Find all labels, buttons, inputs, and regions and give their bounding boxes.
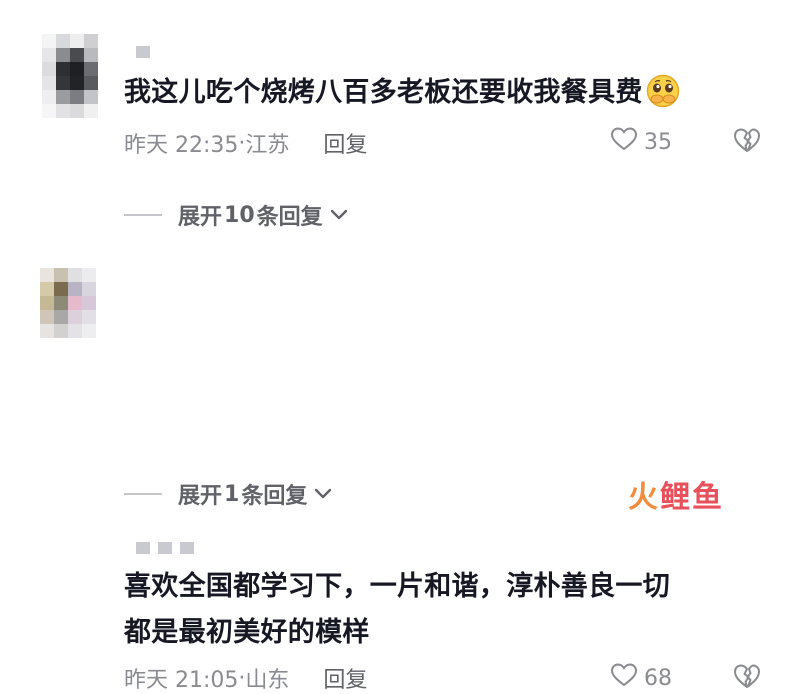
comment-time: 昨天 21:05 <box>124 668 239 693</box>
comment-text-line: 我这儿吃个烧烤八百多老板还要收我餐具费 <box>124 77 643 108</box>
avatar[interactable] <box>40 268 108 354</box>
comment-text: 我这儿吃个烧烤八百多老板还要收我餐具费 <box>124 70 764 116</box>
reply-button[interactable]: 回复 <box>323 127 367 159</box>
watermark-char: 火 <box>628 480 660 515</box>
chevron-down-icon <box>313 487 333 501</box>
comment-item: 我这儿吃个烧烤八百多老板还要收我餐具费 昨天 22:35 · 江苏 回复 35 … <box>0 0 798 260</box>
expand-replies-button[interactable]: 展开 1 条回复 <box>124 478 333 510</box>
comment-location: 江苏 <box>245 133 290 158</box>
broken-heart-icon <box>732 128 762 158</box>
like-count: 68 <box>644 665 672 691</box>
pleading-face-emoji-icon <box>645 74 681 108</box>
comment-text-line: 喜欢全国都学习下，一片和谐，淳朴善良一切 <box>124 571 670 602</box>
redacted-block <box>158 542 172 554</box>
watermark-char: 鲤 <box>660 480 692 515</box>
expand-replies-label: 展开 10 条回复 <box>178 202 323 231</box>
redacted-block <box>136 542 150 554</box>
broken-heart-icon <box>732 664 762 694</box>
meta-separator: · <box>238 665 246 691</box>
expand-replies-button[interactable]: 展开 10 条回复 <box>124 199 349 231</box>
watermark-char: 鱼 <box>692 480 724 515</box>
watermark-logo: 火鲤鱼 <box>628 472 788 516</box>
comment-meta: 昨天 22:35 · 江苏 回复 <box>124 127 367 159</box>
dislike-button[interactable] <box>732 126 762 158</box>
divider-line <box>124 214 162 216</box>
like-count: 35 <box>644 129 672 155</box>
meta-separator: · <box>238 130 246 156</box>
comment-time: 昨天 22:35 <box>124 133 239 158</box>
comment-text-line: 都是最初美好的模样 <box>124 617 370 648</box>
like-button[interactable]: 35 <box>610 126 672 158</box>
username-redacted[interactable] <box>136 542 194 554</box>
divider-line <box>124 493 162 495</box>
heart-icon <box>610 126 638 158</box>
expand-replies-label: 展开 1 条回复 <box>178 481 308 510</box>
dislike-button[interactable] <box>732 662 762 694</box>
comment-meta: 昨天 21:05 · 山东 回复 <box>124 662 367 694</box>
comment-location: 山东 <box>245 668 290 693</box>
comment-text: 喜欢全国都学习下，一片和谐，淳朴善良一切 都是最初美好的模样 <box>124 564 764 656</box>
like-button[interactable]: 68 <box>610 662 672 694</box>
username-redacted[interactable] <box>136 46 150 58</box>
heart-icon <box>610 662 638 694</box>
avatar[interactable] <box>42 34 110 120</box>
watermark-text: 火鲤鱼 <box>628 472 724 516</box>
redacted-block <box>180 542 194 554</box>
redacted-block <box>136 46 150 58</box>
reply-button[interactable]: 回复 <box>323 662 367 694</box>
chevron-down-icon <box>329 208 349 222</box>
